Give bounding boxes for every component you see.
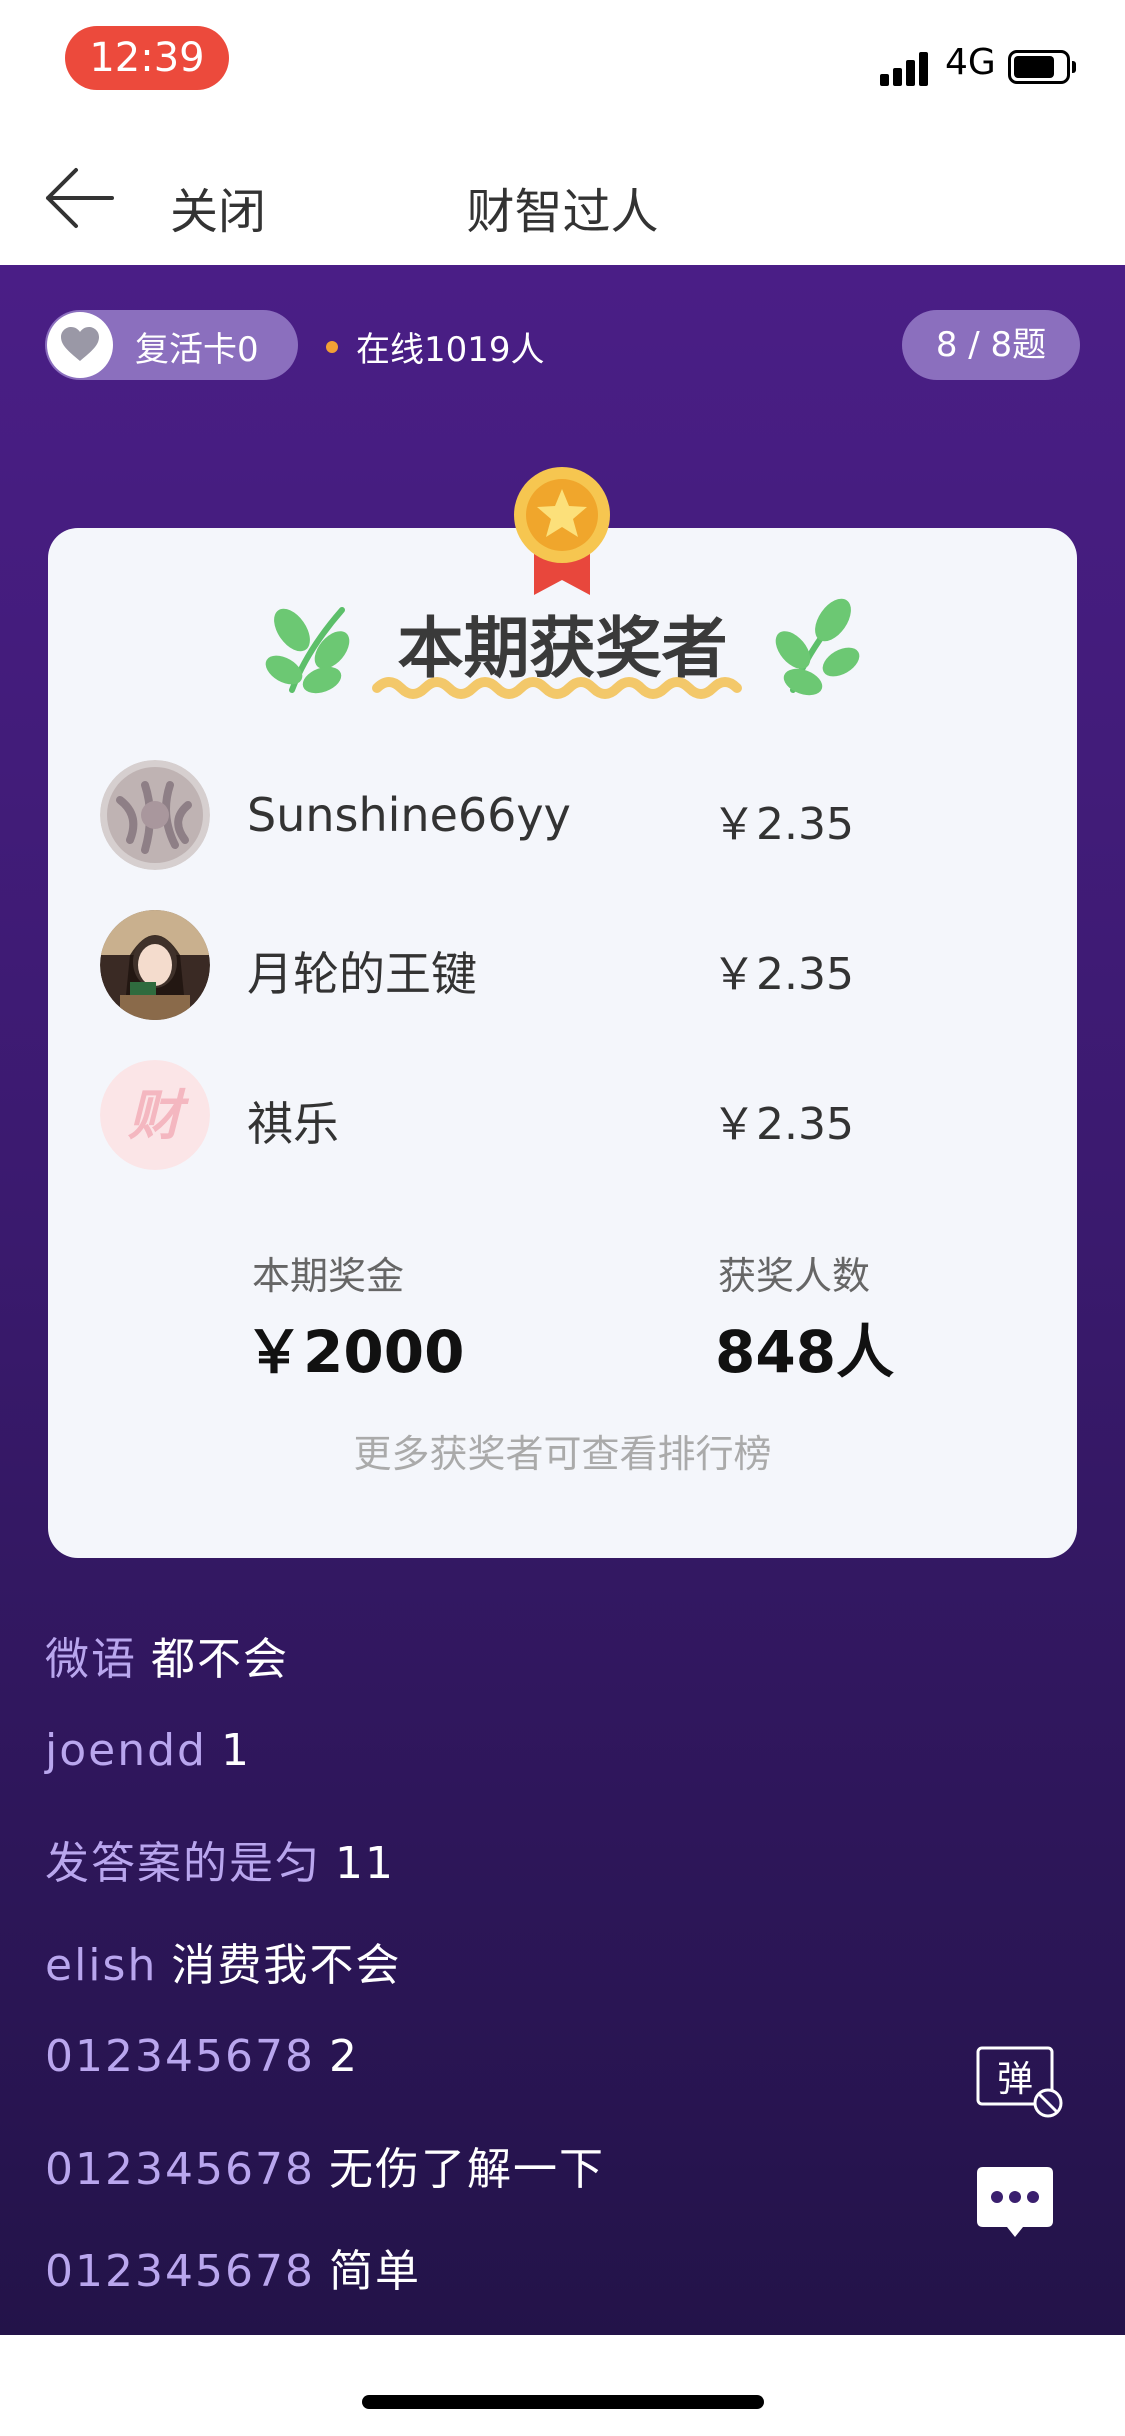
status-time: 12:39 bbox=[65, 26, 229, 90]
online-dot-icon bbox=[326, 341, 338, 353]
winner-row: Sunshine66yy ￥2.35 bbox=[100, 760, 1000, 870]
winners-count-label: 获奖人数 bbox=[718, 1254, 871, 1298]
chat-text: 消费我不会 bbox=[171, 1940, 402, 1991]
game-screen: 复活卡0 在线1019人 8 / 8题 本期获奖者 Sunshine66yy ￥… bbox=[0, 265, 1125, 2335]
chat-message: 012345678 2 bbox=[45, 2031, 359, 2082]
winner-name: 祺乐 bbox=[247, 1097, 339, 1151]
octopus-photo-avatar bbox=[100, 760, 210, 870]
winner-amount: ￥2.35 bbox=[712, 949, 854, 1000]
svg-text:弹: 弹 bbox=[997, 2059, 1033, 2100]
chat-message: 012345678 无伤了解一下 bbox=[45, 2133, 605, 2197]
winner-amount: ￥2.35 bbox=[712, 1099, 854, 1150]
page-title: 财智过人 bbox=[466, 184, 659, 240]
winner-row: 财 祺乐 ￥2.35 bbox=[100, 1060, 1000, 1170]
chat-message: 012345678 简单 bbox=[45, 2235, 421, 2299]
chat-text: 1 bbox=[220, 1725, 251, 1776]
chat-message: joendd 1 bbox=[45, 1725, 251, 1776]
winner-amount: ￥2.35 bbox=[712, 799, 854, 850]
revive-card-label: 复活卡0 bbox=[135, 330, 259, 370]
home-indicator-area bbox=[0, 2335, 1125, 2436]
winner-name: Sunshine66yy bbox=[247, 788, 571, 842]
chat-username: 012345678 bbox=[45, 2246, 315, 2297]
revive-card-badge[interactable]: 复活卡0 bbox=[45, 310, 298, 380]
signal-icon bbox=[880, 50, 932, 86]
chat-message: 微语 都不会 bbox=[45, 1623, 289, 1687]
battery-icon bbox=[1008, 50, 1076, 84]
chat-username: elish bbox=[45, 1940, 158, 1991]
prize-label: 本期奖金 bbox=[252, 1254, 405, 1298]
chat-text: 2 bbox=[328, 2031, 359, 2082]
chat-username: joendd bbox=[45, 1725, 207, 1776]
danmaku-toggle-button[interactable]: 弹 bbox=[975, 2045, 1065, 2123]
laurel-right-icon bbox=[763, 590, 863, 700]
chat-username: 微语 bbox=[45, 1634, 137, 1685]
leaderboard-hint: 更多获奖者可查看排行榜 bbox=[353, 1432, 772, 1476]
chat-text: 无伤了解一下 bbox=[328, 2144, 605, 2195]
online-count: 在线1019人 bbox=[356, 330, 545, 370]
chat-username: 012345678 bbox=[45, 2031, 315, 2082]
winner-name: 月轮的王键 bbox=[247, 947, 477, 1001]
chat-username: 012345678 bbox=[45, 2144, 315, 2195]
chat-bubble-button[interactable] bbox=[975, 2165, 1055, 2245]
question-progress-badge: 8 / 8题 bbox=[902, 310, 1080, 380]
svg-text:财: 财 bbox=[128, 1084, 190, 1147]
chat-username: 发答案的是匀 bbox=[45, 1838, 321, 1889]
chat-text: 简单 bbox=[328, 2246, 421, 2297]
title-underline-decoration bbox=[372, 673, 752, 703]
girl-photo-avatar bbox=[100, 910, 210, 1020]
home-indicator[interactable] bbox=[362, 2395, 764, 2409]
chat-text: 都不会 bbox=[151, 1634, 289, 1685]
heart-icon bbox=[47, 312, 113, 378]
medal-icon bbox=[512, 465, 612, 600]
chat-message: 发答案的是匀 11 bbox=[45, 1827, 395, 1891]
status-bar: 12:39 4G bbox=[0, 0, 1125, 130]
winners-count-value: 848人 bbox=[715, 1318, 895, 1386]
chat-message: elish 消费我不会 bbox=[45, 1929, 401, 1993]
network-type: 4G bbox=[945, 42, 996, 83]
default-cai-avatar: 财 bbox=[100, 1060, 210, 1170]
nav-bar: 关闭 财智过人 bbox=[0, 130, 1125, 265]
chat-text: 11 bbox=[335, 1838, 395, 1889]
prize-value: ￥2000 bbox=[245, 1318, 465, 1386]
winner-row: 月轮的王键 ￥2.35 bbox=[100, 910, 1000, 1020]
